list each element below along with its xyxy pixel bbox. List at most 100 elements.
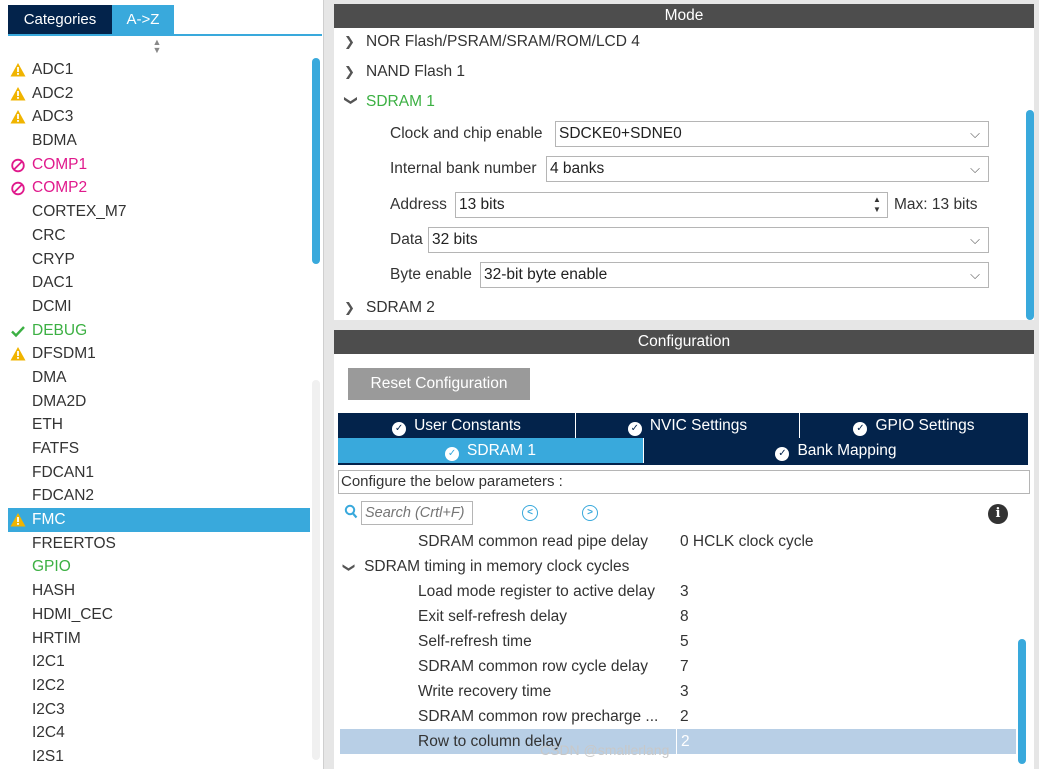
param-row[interactable]: SDRAM common row precharge ... 2 — [340, 704, 1016, 729]
peripheral-item-gpio[interactable]: GPIO — [8, 555, 310, 579]
peripheral-item-i2s1[interactable]: I2S1 — [8, 745, 310, 769]
sort-arrows-icon[interactable]: ▲ ▼ — [150, 38, 164, 56]
param-value: 3 — [680, 583, 689, 600]
peripheral-item-hash[interactable]: HASH — [8, 579, 310, 603]
params-title: Configure the below parameters : — [338, 470, 1030, 494]
peripheral-item-i2c3[interactable]: I2C3 — [8, 698, 310, 722]
peripheral-item-i2c1[interactable]: I2C1 — [8, 650, 310, 674]
spinner-arrows-icon[interactable]: ▲ ▼ — [871, 195, 883, 215]
parameter-list: SDRAM common read pipe delay 0 HCLK clock… — [340, 529, 1016, 769]
tab-a-to-z[interactable]: A->Z — [112, 5, 174, 34]
peripheral-item-hrtim[interactable]: HRTIM — [8, 627, 310, 651]
peripheral-label: FMC — [32, 511, 66, 529]
tree-item-sdram2[interactable]: ❯ SDRAM 2 — [344, 297, 435, 319]
param-row[interactable]: Write recovery time 3 — [340, 679, 1016, 704]
peripheral-item-i2c4[interactable]: I2C4 — [8, 721, 310, 745]
chevron-down-icon: ❯ — [344, 95, 359, 106]
tree-item-nor-flash[interactable]: ❯ NOR Flash/PSRAM/SRAM/ROM/LCD 4 — [344, 31, 640, 53]
param-name: Self-refresh time — [418, 633, 532, 650]
scrollbar-thumb[interactable] — [312, 58, 320, 264]
param-row[interactable]: Load mode register to active delay 3 — [340, 579, 1016, 604]
peripheral-label: COMP1 — [32, 155, 88, 173]
param-value[interactable]: 2 — [676, 729, 1016, 754]
byte-enable-select[interactable]: 32-bit byte enable ⌵ — [480, 262, 989, 288]
tab-nvic-settings[interactable]: ✓ NVIC Settings — [576, 413, 800, 438]
disabled-icon — [11, 158, 25, 172]
scrollbar-thumb[interactable] — [1026, 110, 1034, 320]
tab-categories[interactable]: Categories — [8, 5, 112, 34]
peripheral-label: BDMA — [32, 132, 77, 150]
reset-configuration-button[interactable]: Reset Configuration — [348, 368, 530, 400]
peripheral-item-crc[interactable]: CRC — [8, 224, 310, 248]
search-input[interactable] — [361, 501, 473, 525]
param-row[interactable]: SDRAM common row cycle delay 7 — [340, 654, 1016, 679]
param-row[interactable]: Row to column delay 2 — [340, 729, 1016, 754]
peripheral-label: ADC1 — [32, 61, 74, 78]
spinner-value: 13 bits — [459, 196, 505, 213]
check-circle-icon: ✓ — [775, 447, 790, 461]
previous-result-icon[interactable]: < — [522, 505, 538, 521]
config-tabs-row2: ✓ SDRAM 1 ✓ Bank Mapping — [338, 438, 1028, 463]
tab-sdram1[interactable]: ✓ SDRAM 1 — [338, 438, 644, 463]
peripheral-label: DMA — [32, 368, 67, 386]
info-icon[interactable]: i — [988, 504, 1008, 524]
peripheral-item-bdma[interactable]: BDMA — [8, 129, 310, 153]
peripheral-item-freertos[interactable]: FREERTOS — [8, 532, 310, 556]
peripheral-item-adc3[interactable]: ADC3 — [8, 105, 310, 129]
peripheral-label: I2C1 — [32, 653, 65, 671]
scrollbar-thumb[interactable] — [1018, 639, 1026, 764]
peripheral-item-debug[interactable]: DEBUG — [8, 319, 310, 343]
check-circle-icon: ✓ — [445, 447, 460, 461]
peripheral-item-fatfs[interactable]: FATFS — [8, 437, 310, 461]
peripheral-item-dcmi[interactable]: DCMI — [8, 295, 310, 319]
peripheral-label: CORTEX_M7 — [32, 203, 127, 221]
peripheral-label: DMA2D — [32, 392, 87, 410]
peripheral-item-cryp[interactable]: CRYP — [8, 248, 310, 272]
peripheral-item-fdcan1[interactable]: FDCAN1 — [8, 461, 310, 485]
bank-number-select[interactable]: 4 banks ⌵ — [546, 156, 989, 182]
warning-icon — [10, 347, 26, 361]
param-row[interactable]: Exit self-refresh delay 8 — [340, 604, 1016, 629]
peripheral-item-hdmi-cec[interactable]: HDMI_CEC — [8, 603, 310, 627]
param-group-row[interactable]: ❯ SDRAM timing in memory clock cycles — [340, 554, 1016, 579]
peripheral-item-i2c2[interactable]: I2C2 — [8, 674, 310, 698]
tree-item-sdram1[interactable]: ❯ SDRAM 1 — [344, 91, 435, 113]
param-name: SDRAM common read pipe delay — [418, 533, 649, 550]
address-spinner[interactable]: 13 bits ▲ ▼ — [455, 192, 888, 218]
param-name: SDRAM common row precharge ... — [418, 708, 659, 725]
clock-enable-select[interactable]: SDCKE0+SDNE0 ⌵ — [555, 121, 989, 147]
tab-bank-mapping[interactable]: ✓ Bank Mapping — [644, 438, 1028, 463]
peripheral-item-adc2[interactable]: ADC2 — [8, 82, 310, 106]
tab-user-constants[interactable]: ✓ User Constants — [338, 413, 576, 438]
peripheral-item-comp2[interactable]: COMP2 — [8, 176, 310, 200]
tab-label: NVIC Settings — [649, 417, 748, 434]
peripheral-item-dma2d[interactable]: DMA2D — [8, 390, 310, 414]
peripheral-item-comp1[interactable]: COMP1 — [8, 153, 310, 177]
address-max-label: Max: 13 bits — [894, 196, 978, 213]
tree-item-nand-flash[interactable]: ❯ NAND Flash 1 — [344, 61, 465, 83]
param-row[interactable]: SDRAM common read pipe delay 0 HCLK clock… — [340, 529, 1016, 554]
param-row[interactable]: Self-refresh time 5 — [340, 629, 1016, 654]
peripheral-item-dac1[interactable]: DAC1 — [8, 271, 310, 295]
peripheral-item-adc1[interactable]: ADC1 — [8, 58, 310, 82]
data-width-select[interactable]: 32 bits ⌵ — [428, 227, 989, 253]
peripheral-item-fdcan2[interactable]: FDCAN2 — [8, 484, 310, 508]
peripheral-label: HRTIM — [32, 629, 81, 647]
stm32cubemx-window: Categories A->Z ▲ ▼ ADC1 ADC2 ADC3 BDMA COMP1… — [0, 0, 1039, 769]
peripheral-label: DEBUG — [32, 321, 88, 339]
warning-icon — [10, 513, 26, 527]
chevron-down-icon: ⌵ — [970, 126, 980, 141]
peripheral-item-fmc[interactable]: FMC — [8, 508, 310, 532]
peripheral-item-cortex-m7[interactable]: CORTEX_M7 — [8, 200, 310, 224]
chevron-down-icon[interactable]: ❯ — [340, 562, 362, 572]
peripheral-item-dfsdm1[interactable]: DFSDM1 — [8, 342, 310, 366]
tab-gpio-settings[interactable]: ✓ GPIO Settings — [800, 413, 1028, 438]
check-circle-icon: ✓ — [853, 422, 868, 436]
next-result-icon[interactable]: > — [582, 505, 598, 521]
select-value: 32 bits — [432, 231, 478, 248]
scrollbar-track[interactable] — [312, 380, 320, 760]
peripheral-item-eth[interactable]: ETH — [8, 413, 310, 437]
peripheral-item-dma[interactable]: DMA — [8, 366, 310, 390]
select-value: 4 banks — [550, 160, 605, 177]
peripheral-label: I2C3 — [32, 700, 65, 718]
